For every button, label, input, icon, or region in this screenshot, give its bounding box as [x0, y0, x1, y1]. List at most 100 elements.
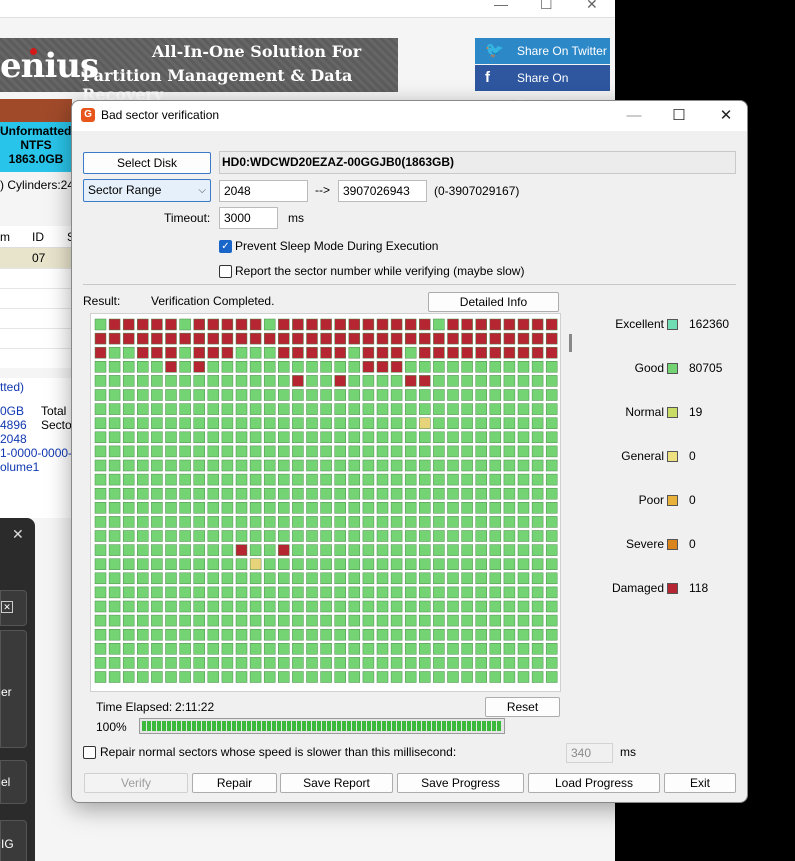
- select-disk-button[interactable]: Select Disk: [83, 152, 211, 174]
- sector-cell: [306, 516, 318, 528]
- sector-cell: [447, 445, 459, 458]
- sector-cell: [292, 375, 304, 387]
- repair-button[interactable]: Repair: [192, 773, 277, 793]
- sector-cell: [390, 361, 403, 373]
- prevent-sleep-checkbox[interactable]: ✓: [219, 240, 232, 253]
- sector-cell: [419, 671, 431, 683]
- bg-minimize-button[interactable]: —: [494, 0, 508, 12]
- repair-normal-checkbox[interactable]: [83, 746, 96, 759]
- sector-cell: [320, 671, 332, 683]
- sector-cell: [404, 643, 417, 655]
- dark-panel-button[interactable]: el: [0, 760, 27, 804]
- report-sector-label[interactable]: Report the sector number while verifying…: [235, 264, 524, 278]
- bg-close-button[interactable]: ✕: [586, 0, 598, 13]
- share-twitter-button[interactable]: 🐦 Share On Twitter: [475, 38, 610, 64]
- sector-cell: [165, 417, 177, 429]
- sector-cell: [249, 318, 262, 331]
- partition-block[interactable]: Unformatted( NTFS 1863.0GB: [0, 122, 75, 172]
- sector-cell: [249, 361, 262, 373]
- sector-cell: [263, 544, 276, 556]
- share-facebook-button[interactable]: f Share On Facebook: [475, 65, 610, 111]
- sector-cell: [292, 586, 304, 599]
- range-end-input[interactable]: 3907026943: [338, 180, 427, 202]
- sector-cell: [503, 671, 516, 683]
- sector-cell: [320, 375, 332, 387]
- sector-cell: [531, 473, 544, 486]
- sector-cell: [221, 516, 234, 528]
- sector-cell: [489, 346, 502, 359]
- sector-cell: [249, 530, 262, 542]
- sector-cell: [404, 558, 417, 570]
- sector-cell: [390, 445, 403, 458]
- sector-cell: [348, 473, 361, 486]
- table-row[interactable]: 07: [0, 248, 72, 268]
- sector-cell: [94, 417, 107, 429]
- sector-cell: [376, 403, 389, 415]
- maximize-button[interactable]: ☐: [664, 105, 694, 127]
- sector-cell: [151, 459, 163, 472]
- repair-normal-label[interactable]: Repair normal sectors whose speed is slo…: [100, 745, 456, 759]
- detailed-info-button[interactable]: Detailed Info: [428, 292, 559, 312]
- sector-cell: [404, 544, 417, 556]
- sector-cell: [165, 558, 177, 570]
- sector-cell: [151, 657, 163, 669]
- sector-cell: [433, 417, 445, 429]
- range-arrow: -->: [315, 183, 330, 197]
- speed-threshold-input[interactable]: 340: [566, 743, 613, 763]
- sector-cell: [419, 586, 431, 599]
- load-progress-button[interactable]: Load Progress: [528, 773, 660, 793]
- reset-button[interactable]: Reset: [485, 697, 560, 717]
- sector-cell: [278, 657, 290, 669]
- sector-cell: [545, 487, 558, 500]
- sector-cell: [108, 361, 121, 373]
- sector-cell: [193, 614, 205, 627]
- sector-cell: [108, 346, 121, 359]
- sector-cell: [503, 318, 516, 331]
- sector-cell: [503, 558, 516, 570]
- sector-cell: [122, 417, 135, 429]
- sector-cell: [390, 375, 403, 387]
- dark-panel-button[interactable]: ✕: [0, 590, 27, 626]
- sector-cell: [348, 544, 361, 556]
- legend-label-severe: Severe: [625, 537, 664, 551]
- sector-cell: [362, 502, 375, 514]
- sector-cell: [419, 431, 431, 444]
- sector-cell: [517, 502, 530, 514]
- sector-cell: [151, 403, 163, 415]
- sector-cell: [108, 502, 121, 514]
- sector-cell: [306, 600, 318, 613]
- range-mode-select[interactable]: Sector Range ⌵: [83, 179, 211, 202]
- dark-panel-button[interactable]: er: [0, 630, 27, 748]
- sector-cell: [278, 586, 290, 599]
- save-progress-button[interactable]: Save Progress: [397, 773, 524, 793]
- sector-cell: [475, 346, 487, 359]
- prevent-sleep-label[interactable]: Prevent Sleep Mode During Execution: [235, 239, 438, 253]
- minimize-button[interactable]: —: [619, 105, 649, 127]
- sector-cell: [419, 657, 431, 669]
- map-scrollbar[interactable]: [569, 334, 572, 352]
- sector-cell: [376, 487, 389, 500]
- sector-cell: [475, 431, 487, 444]
- sector-cell: [306, 502, 318, 514]
- bg-maximize-button[interactable]: ☐: [540, 0, 553, 13]
- sector-cell: [461, 487, 473, 500]
- report-sector-checkbox[interactable]: [219, 265, 232, 278]
- legend-count-poor: 0: [689, 493, 696, 507]
- sector-cell: [193, 502, 205, 514]
- sector-cell: [433, 375, 445, 387]
- close-icon[interactable]: ✕: [12, 526, 24, 543]
- close-button[interactable]: ✕: [711, 105, 741, 127]
- dark-panel-button[interactable]: IG: [0, 820, 27, 861]
- sector-cell: [207, 544, 220, 556]
- timeout-input[interactable]: 3000: [219, 207, 278, 229]
- sector-cell: [235, 558, 248, 570]
- sector-cell: [278, 544, 290, 556]
- sector-cell: [517, 544, 530, 556]
- sector-cell: [221, 332, 234, 345]
- sector-cell: [108, 516, 121, 528]
- verify-button[interactable]: Verify: [84, 773, 188, 793]
- exit-button[interactable]: Exit: [664, 773, 736, 793]
- save-report-button[interactable]: Save Report: [280, 773, 393, 793]
- sector-cell: [278, 558, 290, 570]
- range-start-input[interactable]: 2048: [219, 180, 308, 202]
